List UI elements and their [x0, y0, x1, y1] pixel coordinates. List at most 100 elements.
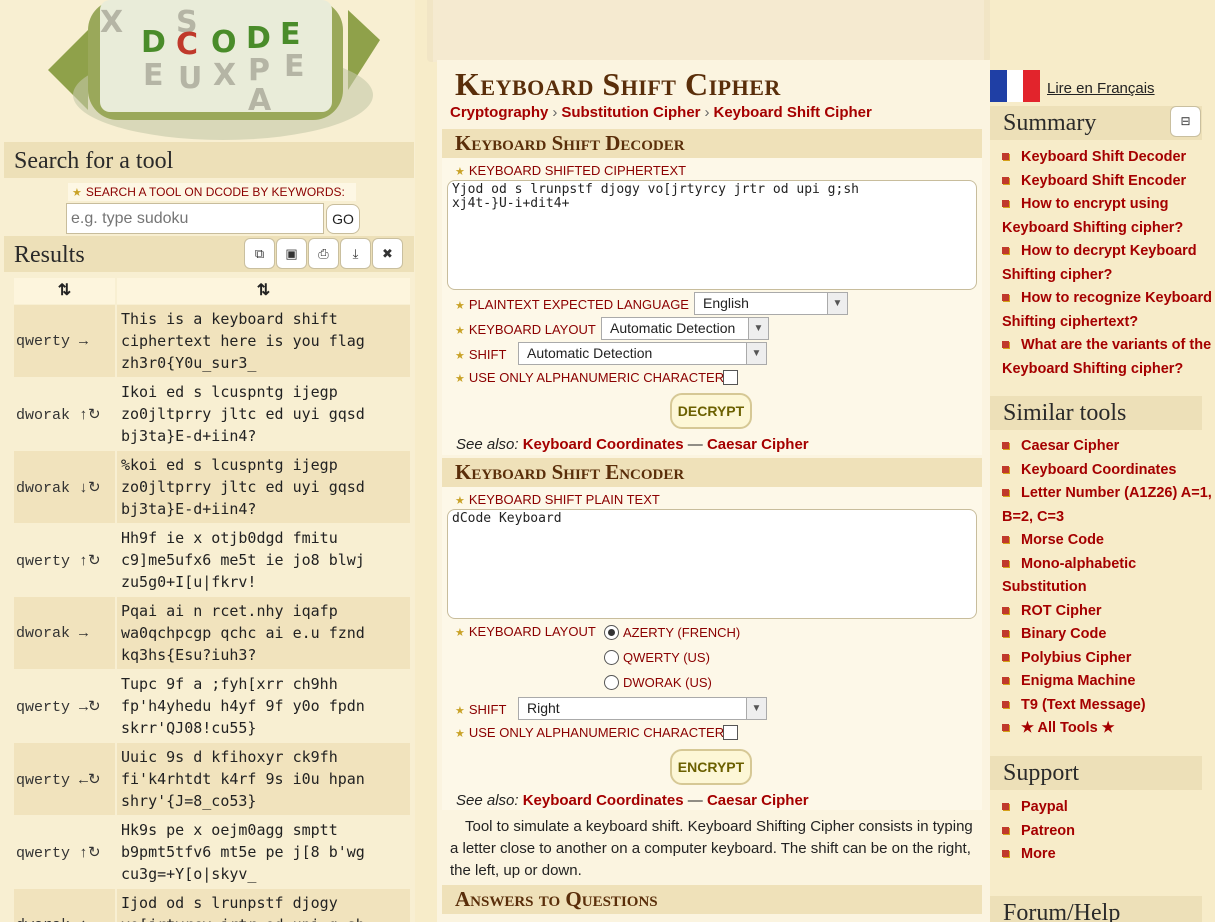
- summary-item[interactable]: How to recognize Keyboard Shifting ciphe…: [1002, 287, 1214, 334]
- crumb-current[interactable]: Keyboard Shift Cipher: [714, 104, 872, 121]
- go-button[interactable]: GO: [326, 204, 360, 234]
- link-caesar-cipher[interactable]: Caesar Cipher: [707, 792, 809, 809]
- sort-icon[interactable]: ⇅: [117, 278, 410, 304]
- similar-item[interactable]: T9 (Text Message): [1002, 694, 1214, 718]
- parchment-header: [427, 0, 990, 62]
- french-flag-icon[interactable]: [990, 70, 1041, 102]
- link-caesar-cipher[interactable]: Caesar Cipher: [707, 436, 809, 453]
- row-value: Ikoi ed s lcuspntg ijegp zo0jltprry jltc…: [117, 378, 410, 450]
- summary-item[interactable]: Keyboard Shift Encoder: [1002, 170, 1214, 194]
- table-row[interactable]: qwerty → This is a keyboard shift ciphert…: [14, 305, 410, 377]
- sort-icon[interactable]: ⇅: [14, 278, 115, 304]
- similar-item[interactable]: Letter Number (A1Z26) A=1, B=2, C=3: [1002, 482, 1214, 529]
- table-row[interactable]: dworak → Pqai ai n rcet.nhy iqafp wa0qchp…: [14, 597, 410, 669]
- star-icon: ★: [72, 187, 82, 199]
- similar-item[interactable]: Mono-alphabetic Substitution: [1002, 553, 1214, 600]
- page-title: Keyboard Shift Cipher: [455, 66, 781, 102]
- french-link[interactable]: Lire en Français: [1047, 80, 1155, 97]
- similar-item[interactable]: Enigma Machine: [1002, 670, 1214, 694]
- svg-text:X: X: [100, 5, 123, 40]
- radio-azerty-label[interactable]: AZERTY (FRENCH): [623, 625, 740, 640]
- search-input[interactable]: [66, 203, 324, 234]
- encoder-shift-select[interactable]: Right ▼: [518, 697, 767, 720]
- similar-item[interactable]: Caesar Cipher: [1002, 435, 1214, 459]
- similar-item[interactable]: Morse Code: [1002, 529, 1214, 553]
- ciphertext-input[interactable]: Yjod od s lrunpstf djogy vo[jrtyrcy jrtr…: [447, 180, 977, 290]
- star-icon: ★: [455, 373, 465, 385]
- svg-text:U: U: [178, 61, 202, 96]
- radio-dworak-label[interactable]: DWORAK (US): [623, 675, 712, 690]
- row-key: dworak →: [14, 597, 115, 669]
- similar-item[interactable]: ROT Cipher: [1002, 600, 1214, 624]
- summary-item[interactable]: How to decrypt Keyboard Shifting cipher?: [1002, 240, 1214, 287]
- dcode-logo[interactable]: X S D C O D E E U X P E A: [48, 0, 380, 140]
- star-icon: ★: [455, 705, 465, 717]
- bullet-icon: [1002, 677, 1009, 684]
- decoder-see-also: See also: Keyboard Coordinates — Caesar …: [456, 436, 809, 453]
- radio-dworak[interactable]: [604, 675, 619, 690]
- decrypt-button[interactable]: DECRYPT: [670, 393, 752, 429]
- summary-item[interactable]: What are the variants of the Keyboard Sh…: [1002, 334, 1214, 381]
- minimize-icon[interactable]: ⊟: [1170, 106, 1201, 137]
- results-toolbar: ⧉ ▣ ⎙ ⤓ ✖: [244, 238, 403, 269]
- star-icon: ★: [455, 627, 465, 639]
- bullet-icon: [1002, 442, 1009, 449]
- language-select[interactable]: English ▼: [694, 292, 848, 315]
- table-row[interactable]: dworak ↑Ijod od s lrunpstf djogy vo[jrty…: [14, 889, 410, 922]
- close-icon[interactable]: ✖: [372, 238, 403, 269]
- summary-item[interactable]: Keyboard Shift Decoder: [1002, 146, 1214, 170]
- copy-icon[interactable]: ⧉: [244, 238, 275, 269]
- summary-item[interactable]: How to encrypt using Keyboard Shifting c…: [1002, 193, 1214, 240]
- similar-item[interactable]: Keyboard Coordinates: [1002, 459, 1214, 483]
- encoder-title: Keyboard Shift Encoder: [442, 458, 982, 487]
- all-tools-link[interactable]: ★ All Tools ★: [1002, 717, 1214, 741]
- similar-list: Caesar Cipher Keyboard Coordinates Lette…: [1002, 435, 1214, 741]
- table-row[interactable]: qwerty ↑↻ Hh9f ie x otjb0dgd fmitu c9]me5…: [14, 524, 410, 596]
- bullet-icon: [1002, 700, 1009, 708]
- table-row[interactable]: qwerty ←↻ Uuic 9s d kfihoxyr ck9fh fi'k4r…: [14, 743, 410, 815]
- bullet-icon: [1002, 653, 1009, 661]
- svg-text:X: X: [213, 58, 236, 93]
- encoder-alnum-checkbox[interactable]: [723, 725, 738, 740]
- crumb-substitution[interactable]: Substitution Cipher: [561, 104, 700, 121]
- table-row[interactable]: dworak ↑↻ Ikoi ed s lcuspntg ijegp zo0jlt…: [14, 378, 410, 450]
- shift-select[interactable]: Automatic Detection ▼: [518, 342, 767, 365]
- star-icon: ★: [455, 350, 465, 362]
- layout-select[interactable]: Automatic Detection ▼: [601, 317, 769, 340]
- print-icon[interactable]: ⎙: [308, 238, 339, 269]
- crumb-cryptography[interactable]: Cryptography: [450, 104, 548, 121]
- bullet-icon: [1002, 850, 1009, 857]
- results-table: ⇅ ⇅ qwerty → This is a keyboard shift cip…: [14, 278, 410, 922]
- similar-item[interactable]: Binary Code: [1002, 623, 1214, 647]
- encrypt-button[interactable]: ENCRYPT: [670, 749, 752, 785]
- radio-azerty[interactable]: [604, 625, 619, 640]
- link-keyboard-coordinates[interactable]: Keyboard Coordinates: [523, 792, 684, 809]
- support-list: Paypal Patreon More: [1002, 796, 1214, 867]
- shift-label: ★ SHIFT: [455, 347, 507, 362]
- table-row[interactable]: qwerty →↻ Tupc 9f a ;fyh[xrr ch9hh fp'h4y…: [14, 670, 410, 742]
- download-icon[interactable]: ⤓: [340, 238, 371, 269]
- radio-qwerty[interactable]: [604, 650, 619, 665]
- encoder-see-also: See also: Keyboard Coordinates — Caesar …: [456, 792, 809, 809]
- bullet-icon: [1002, 200, 1009, 207]
- alnum-checkbox[interactable]: [723, 370, 738, 385]
- svg-text:C: C: [176, 27, 198, 62]
- summary-list: Keyboard Shift Decoder Keyboard Shift En…: [1002, 146, 1214, 381]
- support-item[interactable]: Paypal: [1002, 796, 1214, 820]
- cipher-label: ★ KEYBOARD SHIFTED CIPHERTEXT: [455, 163, 687, 178]
- table-row[interactable]: dworak ↓↻ %koi ed s lcuspntg ijegp zo0jlt…: [14, 451, 410, 523]
- similar-item[interactable]: Polybius Cipher: [1002, 647, 1214, 671]
- chevron-down-icon: ▼: [748, 318, 768, 339]
- plaintext-input[interactable]: dCode Keyboard: [447, 509, 977, 619]
- table-row[interactable]: qwerty ↑↻ Hk9s pe x oejm0agg smptt b9pmt5…: [14, 816, 410, 888]
- radio-qwerty-label[interactable]: QWERTY (US): [623, 650, 710, 665]
- support-item[interactable]: More: [1002, 843, 1214, 867]
- support-item[interactable]: Patreon: [1002, 820, 1214, 844]
- link-keyboard-coordinates[interactable]: Keyboard Coordinates: [523, 436, 684, 453]
- chevron-right-icon: ›: [704, 104, 710, 121]
- row-value: Tupc 9f a ;fyh[xrr ch9hh fp'h4yhedu h4yf…: [117, 670, 410, 742]
- bullet-icon: [1002, 724, 1009, 731]
- chevron-down-icon: ▼: [746, 343, 766, 364]
- row-key: qwerty ←↻: [14, 743, 115, 815]
- save-icon[interactable]: ▣: [276, 238, 307, 269]
